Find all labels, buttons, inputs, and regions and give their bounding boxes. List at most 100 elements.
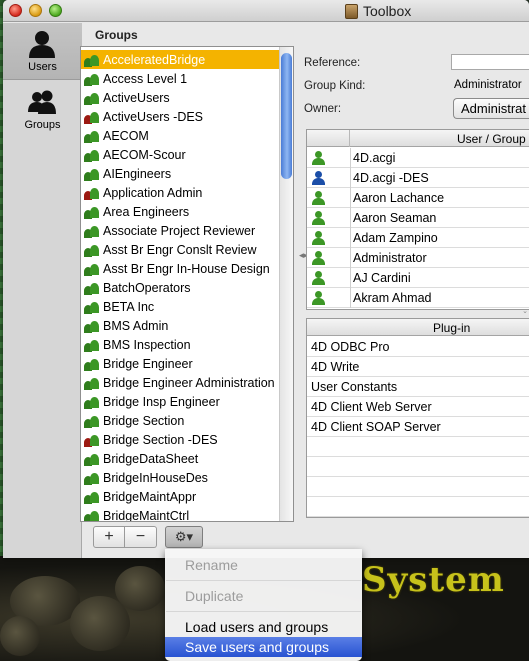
menu-item-rename: Rename <box>185 557 238 573</box>
user-name: AJ Cardini <box>353 271 411 285</box>
list-item[interactable]: Bridge Insp Engineer <box>81 392 279 411</box>
scroll-thumb[interactable] <box>281 53 292 179</box>
table-row[interactable]: Adam Zampino <box>307 228 529 248</box>
add-group-button[interactable]: + <box>93 526 125 548</box>
sidebar: Users Groups <box>3 23 82 558</box>
remove-group-button[interactable]: − <box>125 526 157 548</box>
owner-popup-button[interactable]: Administrat <box>453 98 529 119</box>
user-group-header[interactable]: User / Group <box>307 130 529 147</box>
gear-menu-button[interactable]: ⚙▾ <box>165 526 203 548</box>
user-name: 4D.acgi -DES <box>353 171 429 185</box>
reference-field[interactable] <box>451 54 529 70</box>
sidebar-item-groups[interactable]: Groups <box>3 81 82 138</box>
minimize-window-button[interactable] <box>29 4 42 17</box>
group-icon <box>84 243 99 257</box>
group-icon <box>84 338 99 352</box>
table-row <box>307 437 529 457</box>
group-icon <box>84 490 99 504</box>
group-icon <box>84 224 99 238</box>
owner-label: Owner: <box>304 103 342 115</box>
sidebar-item-users[interactable]: Users <box>3 23 82 80</box>
table-row[interactable]: Aaron Lachance <box>307 188 529 208</box>
group-label: Asst Br Engr In-House Design <box>103 261 270 276</box>
group-icon <box>84 167 99 181</box>
user-group-header-label: User / Group <box>457 132 526 146</box>
list-item[interactable]: Area Engineers <box>81 202 279 221</box>
menu-item-duplicate: Duplicate <box>185 588 244 604</box>
group-label: ActiveUsers -DES <box>103 109 204 124</box>
zoom-window-button[interactable] <box>49 4 62 17</box>
group-icon <box>84 53 99 67</box>
list-item[interactable]: ActiveUsers -DES <box>81 107 279 126</box>
list-item[interactable]: BridgeInHouseDes <box>81 468 279 487</box>
table-resize-handle[interactable]: ⌄ <box>306 308 529 315</box>
menu-item-load-users-and-groups[interactable]: Load users and groups <box>165 617 362 637</box>
user-name: Akram Ahmad <box>353 291 432 305</box>
plugin-name: 4D Client Web Server <box>311 400 432 414</box>
list-item[interactable]: BETA Inc <box>81 297 279 316</box>
list-item[interactable]: BridgeDataSheet <box>81 449 279 468</box>
group-icon <box>84 471 99 485</box>
reference-label: Reference: <box>304 57 361 69</box>
table-row[interactable]: Akram Ahmad <box>307 288 529 308</box>
list-item[interactable]: BMS Inspection <box>81 335 279 354</box>
column-separator <box>350 268 351 288</box>
column-separator <box>350 148 351 168</box>
group-icon <box>84 72 99 86</box>
table-row[interactable]: Administrator <box>307 248 529 268</box>
group-list-scrollbar[interactable] <box>279 47 293 521</box>
column-separator <box>350 208 351 228</box>
group-icon <box>84 509 99 521</box>
list-item[interactable]: BridgeMaintAppr <box>81 487 279 506</box>
table-row[interactable]: 4D Write <box>307 357 529 377</box>
title-bar[interactable]: Toolbox <box>3 0 529 22</box>
table-row[interactable]: 4D ODBC Pro <box>307 337 529 357</box>
group-icon <box>84 357 99 371</box>
table-row[interactable]: 4D.acgi <box>307 148 529 168</box>
user-name: Aaron Lachance <box>353 191 445 205</box>
list-item[interactable]: Access Level 1 <box>81 69 279 88</box>
plugin-header[interactable]: Plug-in <box>307 319 529 336</box>
menu-item-save-users-and-groups[interactable]: Save users and groups <box>165 637 362 657</box>
icon-column-header <box>307 130 350 147</box>
group-kind-value: Administrator <box>454 79 522 91</box>
group-icon <box>84 281 99 295</box>
group-icon <box>84 205 99 219</box>
table-row[interactable]: Aaron Seaman <box>307 208 529 228</box>
list-item[interactable]: Application Admin <box>81 183 279 202</box>
groups-header: Groups <box>95 28 138 42</box>
close-window-button[interactable] <box>9 4 22 17</box>
list-item[interactable]: Bridge Section -DES <box>81 430 279 449</box>
list-item[interactable]: AcceleratedBridge <box>81 50 279 69</box>
table-row[interactable]: 4D Client SOAP Server <box>307 417 529 437</box>
column-separator <box>350 188 351 208</box>
list-item[interactable]: Bridge Engineer Administration <box>81 373 279 392</box>
group-label: AECOM <box>103 128 149 143</box>
group-label: Area Engineers <box>103 204 190 219</box>
table-row[interactable]: AJ Cardini <box>307 268 529 288</box>
list-item[interactable]: Associate Project Reviewer <box>81 221 279 240</box>
table-row[interactable]: User Constants <box>307 377 529 397</box>
user-group-table: User / Group 4D.acgi 4D.acgi -DES Aaron La… <box>306 129 529 310</box>
user-icon <box>311 171 325 185</box>
list-item[interactable]: BatchOperators <box>81 278 279 297</box>
list-item[interactable]: Bridge Engineer <box>81 354 279 373</box>
group-label: BridgeInHouseDes <box>103 470 208 485</box>
list-item[interactable]: AECOM-Scour <box>81 145 279 164</box>
toolbox-icon <box>345 3 358 19</box>
list-item[interactable]: AECOM <box>81 126 279 145</box>
table-row[interactable]: 4D Client Web Server <box>307 397 529 417</box>
list-item[interactable]: AIEngineers <box>81 164 279 183</box>
list-item[interactable]: Bridge Section <box>81 411 279 430</box>
group-label: BridgeMaintAppr <box>103 489 197 504</box>
plugin-header-label: Plug-in <box>433 321 471 335</box>
list-item[interactable]: Asst Br Engr Conslt Review <box>81 240 279 259</box>
list-item[interactable]: ActiveUsers <box>81 88 279 107</box>
list-item[interactable]: BMS Admin <box>81 316 279 335</box>
table-row <box>307 497 529 517</box>
user-icon <box>311 231 325 245</box>
table-row[interactable]: 4D.acgi -DES <box>307 168 529 188</box>
list-item[interactable]: BridgeMaintCtrl <box>81 506 279 521</box>
list-item[interactable]: Asst Br Engr In-House Design <box>81 259 279 278</box>
column-separator <box>350 228 351 248</box>
